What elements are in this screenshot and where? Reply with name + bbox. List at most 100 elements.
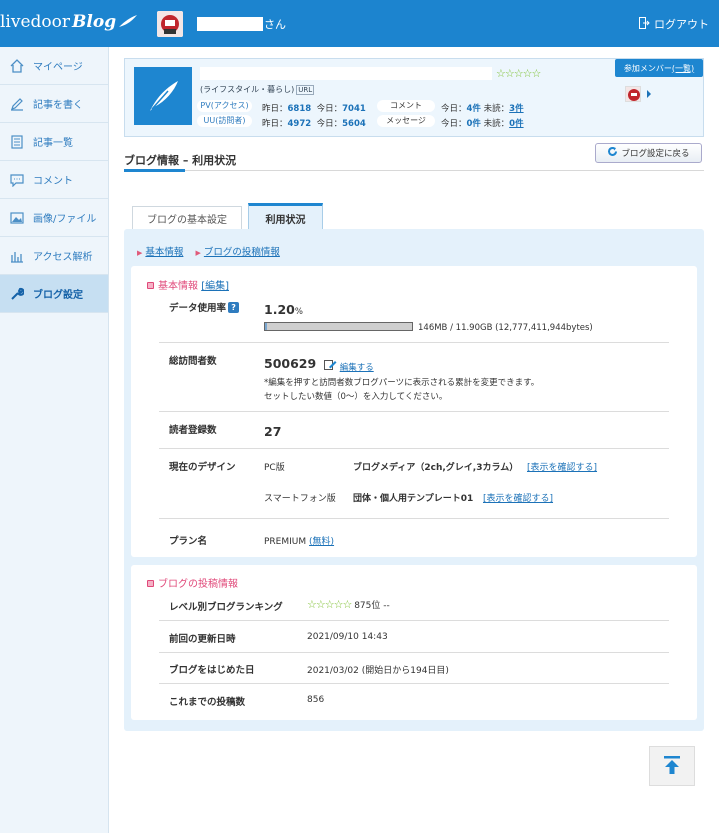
comment-stats: 今日：4件 未読：3件 — [441, 104, 524, 114]
page-title-divider — [124, 170, 704, 171]
basic-info-heading: 基本情報 [編集] — [147, 277, 229, 292]
home-icon — [9, 58, 25, 74]
sp-preview-link[interactable]: [表示を確認する] — [483, 491, 553, 504]
message-today: 0件 — [466, 119, 481, 129]
livedoor-blog-logo[interactable]: livedoor Blog — [0, 12, 138, 33]
visitors-label: 総訪問者数 — [169, 356, 217, 367]
member-list-link[interactable]: (一覧) — [672, 63, 694, 74]
sidebar-item-write[interactable]: 記事を書く — [0, 85, 108, 123]
plan-value: PREMIUM (無料) — [264, 537, 335, 547]
visitors-value: 500629 — [264, 356, 317, 371]
row-divider — [159, 683, 669, 684]
member-button[interactable]: 参加メンバー (一覧) — [615, 59, 703, 77]
pv-stats: 昨日：6818 今日：7041 — [262, 104, 366, 114]
sidebar-item-comments[interactable]: コメント — [0, 161, 108, 199]
usage-panel: ▶ 基本情報 ▶ ブログの投稿情報 基本情報 [編集] データ使用率? 1.20% … — [124, 229, 704, 731]
edit-basic-link[interactable]: [編集] — [201, 281, 229, 292]
readers-value: 27 — [264, 424, 282, 439]
tab-basic-settings[interactable]: ブログの基本設定 — [132, 206, 242, 230]
triangle-right-icon: ▶ — [137, 249, 143, 257]
readers-label: 読者登録数 — [169, 425, 217, 436]
edit-visitors-button[interactable]: 編集する — [324, 359, 374, 373]
uu-yesterday: 4972 — [287, 119, 312, 129]
last-update-label: 前回の更新日時 — [169, 634, 236, 645]
sp-design: 団体・個人用テンプレート01 — [353, 494, 474, 504]
comment-pill: コメント — [377, 100, 435, 112]
triangle-right-icon: ▶ — [195, 249, 201, 257]
ranking-stars: ☆☆☆☆☆ — [307, 598, 352, 611]
post-count-label: これまでの投稿数 — [169, 697, 246, 708]
tab-usage[interactable]: 利用状況 — [248, 203, 323, 230]
sidebar-item-label: マイページ — [33, 62, 83, 73]
data-usage-bar — [264, 322, 413, 331]
visitors-note-2: セットしたい数値（0〜）を入力してください。 — [264, 392, 448, 402]
visitors-note-1: *編集を押すと訪問者数ブログパーツに表示される累計を変更できます。 — [264, 378, 540, 388]
sidebar-item-label: アクセス解析 — [33, 252, 93, 263]
post-info-card: ブログの投稿情報 レベル別ブログランキング ☆☆☆☆☆ 875位 -- 前回の更… — [131, 565, 697, 720]
wrench-icon — [9, 286, 25, 302]
refresh-icon — [607, 146, 618, 160]
blog-category: (ライフスタイル・暮らし) URL — [200, 84, 315, 95]
member-next-arrow-icon[interactable] — [647, 90, 651, 98]
member-avatar[interactable] — [625, 86, 641, 102]
logout-button[interactable]: ログアウト — [639, 16, 709, 32]
pc-preview-link[interactable]: [表示を確認する] — [527, 460, 597, 473]
comment-today: 4件 — [466, 104, 481, 114]
pv-yesterday: 6818 — [287, 104, 312, 114]
bar-chart-icon — [9, 248, 25, 264]
sidebar-item-images[interactable]: 画像/ファイル — [0, 199, 108, 237]
ranking-label: レベル別ブログランキング — [169, 602, 283, 613]
document-list-icon — [9, 134, 25, 150]
uu-today: 5604 — [342, 119, 366, 129]
arrow-up-icon — [662, 755, 682, 778]
blog-profile-card: ☆☆☆☆☆ (ライフスタイル・暮らし) URL PV(アクセス) UU(訪問者) … — [124, 58, 704, 137]
user-avatar[interactable] — [157, 11, 183, 37]
sidebar: マイページ 記事を書く 記事一覧 コメント 画像/ファイル アクセス解析 ブログ… — [0, 47, 109, 833]
pv-pill: PV(アクセス) — [197, 100, 252, 112]
sidebar-item-mypage[interactable]: マイページ — [0, 47, 108, 85]
logo-livedoor-text: livedoor — [0, 12, 71, 32]
edit-pencil-icon — [324, 360, 337, 373]
sidebar-item-analytics[interactable]: アクセス解析 — [0, 237, 108, 275]
back-to-settings-button[interactable]: ブログ設定に戻る — [595, 143, 702, 163]
row-divider — [159, 411, 669, 412]
pencil-icon — [9, 96, 25, 112]
image-icon — [9, 210, 25, 226]
start-date-value: 2021/03/02 (開始日から194日目) — [307, 666, 449, 676]
anchor-post-info[interactable]: ブログの投稿情報 — [204, 247, 280, 258]
plan-label: プラン名 — [169, 536, 208, 547]
plan-free-link[interactable]: (無料) — [309, 537, 334, 547]
user-honorific: さん — [264, 18, 286, 31]
storage-detail: 146MB / 11.90GB (12,777,411,944bytes) — [418, 323, 593, 333]
category-link[interactable]: (ライフスタイル・暮らし) — [200, 85, 294, 94]
comment-unread-link[interactable]: 3件 — [509, 104, 523, 114]
message-pill: メッセージ — [377, 115, 435, 127]
help-icon[interactable]: ? — [228, 302, 240, 313]
logout-icon — [639, 16, 650, 32]
basic-info-card: 基本情報 [編集] データ使用率? 1.20% 146MB / 11.90GB … — [131, 266, 697, 557]
row-divider — [159, 518, 669, 519]
post-count-value: 856 — [307, 695, 325, 705]
scroll-to-top-button[interactable] — [649, 746, 695, 786]
data-usage-value: 1.20% — [264, 302, 303, 317]
page-title-accent — [124, 169, 185, 172]
sidebar-item-articles[interactable]: 記事一覧 — [0, 123, 108, 161]
anchor-basic-info[interactable]: 基本情報 — [145, 247, 183, 258]
message-unread-link[interactable]: 0件 — [509, 119, 523, 129]
sp-label: スマートフォン版 — [264, 494, 336, 504]
pv-today: 7041 — [342, 104, 366, 114]
data-usage-bar-fill — [265, 323, 267, 330]
square-bullet-icon — [147, 580, 154, 587]
feather-icon — [118, 13, 138, 33]
url-badge[interactable]: URL — [296, 85, 315, 95]
blog-feather-icon[interactable] — [134, 67, 192, 125]
message-stats: 今日：0件 未読：0件 — [441, 119, 524, 129]
sidebar-item-label: 画像/ファイル — [33, 214, 97, 225]
back-button-label: ブログ設定に戻る — [621, 149, 690, 159]
last-update-value: 2021/09/10 14:43 — [307, 632, 388, 642]
sidebar-item-blog-settings[interactable]: ブログ設定 — [0, 275, 108, 313]
row-divider — [159, 652, 669, 653]
pc-label: PC版 — [264, 463, 285, 473]
post-info-heading: ブログの投稿情報 — [147, 575, 238, 590]
blog-title-redacted — [200, 67, 492, 80]
